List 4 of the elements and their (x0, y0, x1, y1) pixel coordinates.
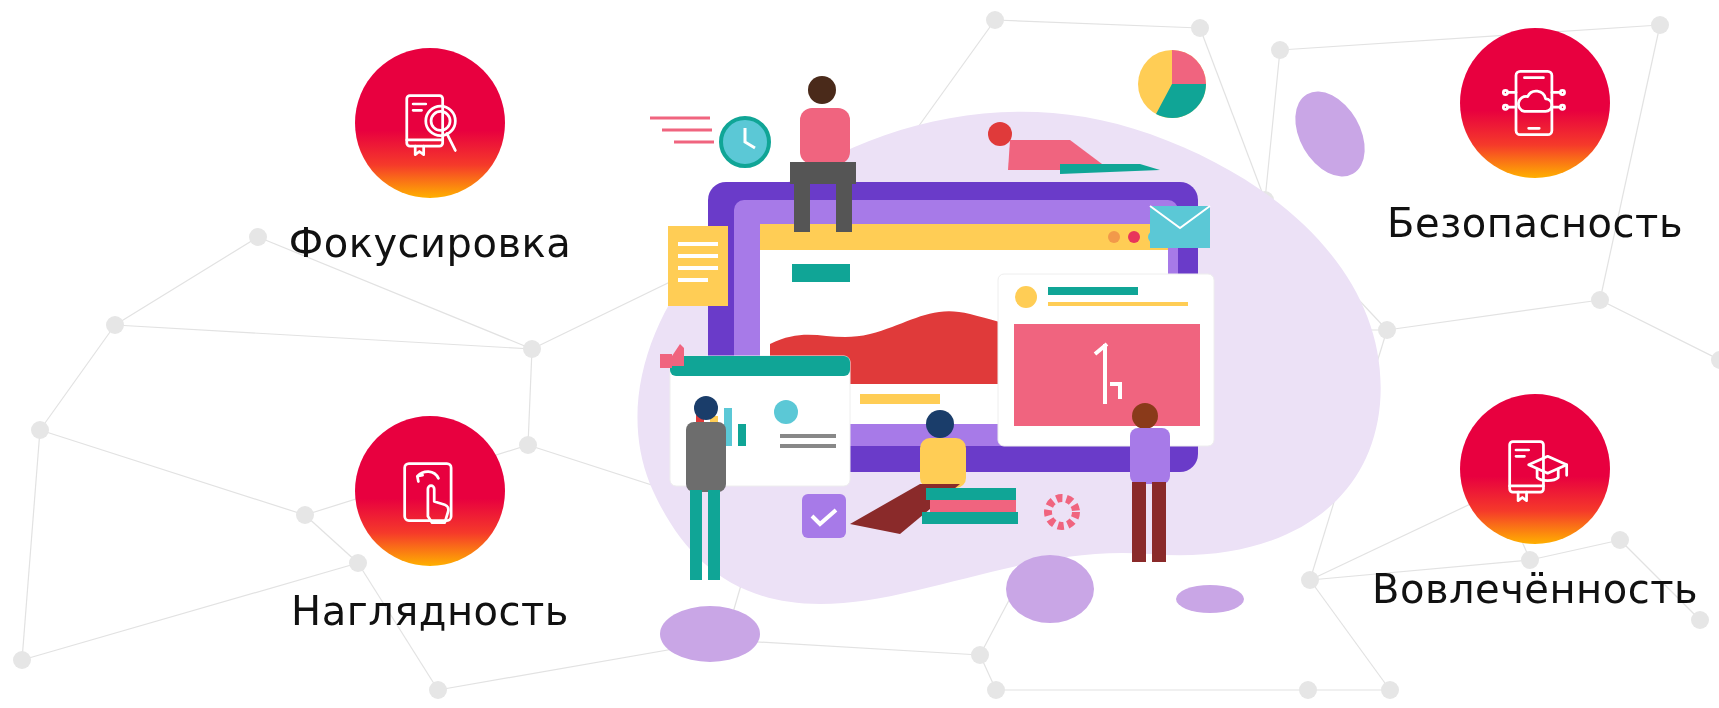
feature-label: Фокусировка (288, 220, 572, 266)
feature-label: Вовлечённость (1371, 566, 1699, 612)
feature-label: Наглядность (291, 588, 569, 634)
feature-label: Безопасность (1387, 200, 1683, 246)
